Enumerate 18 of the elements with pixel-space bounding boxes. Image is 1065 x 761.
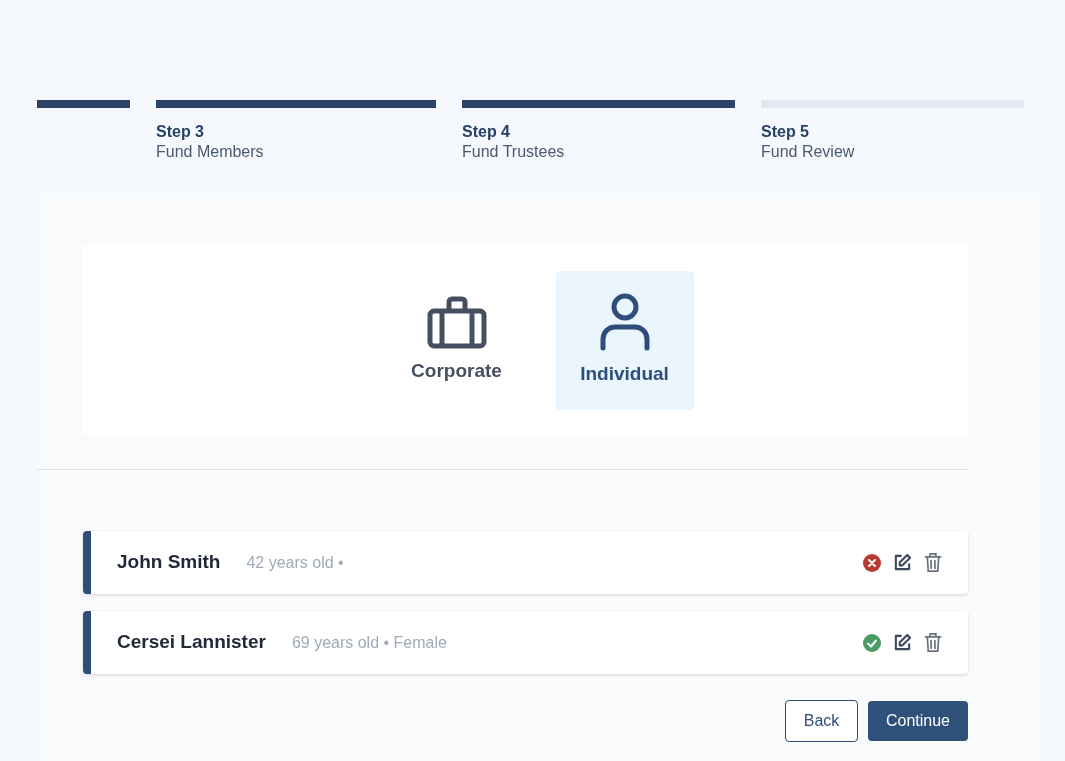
step-title: Fund Members	[156, 142, 265, 162]
continue-button[interactable]: Continue	[868, 701, 968, 741]
back-button[interactable]: Back	[785, 700, 858, 742]
type-option[interactable]: Individual	[555, 270, 694, 410]
trustee-details: 69 years old • Female	[291, 632, 447, 653]
step-number: Step 4	[462, 122, 511, 142]
trash-icon[interactable]	[924, 633, 942, 652]
briefcase-icon	[426, 294, 487, 349]
trustee-details: 42 years old •	[246, 552, 344, 573]
edit-icon[interactable]	[893, 553, 912, 572]
edit-icon[interactable]	[893, 633, 912, 652]
step-number: Step 5	[761, 122, 810, 142]
trustee-name: John Smith	[117, 550, 221, 575]
step-number: Step 3	[156, 122, 205, 142]
trash-icon[interactable]	[924, 553, 942, 572]
trustee-name: Cersei Lannister	[117, 630, 266, 655]
step-title: Fund Trustees	[462, 142, 566, 162]
step-title: Fund Review	[761, 142, 856, 162]
